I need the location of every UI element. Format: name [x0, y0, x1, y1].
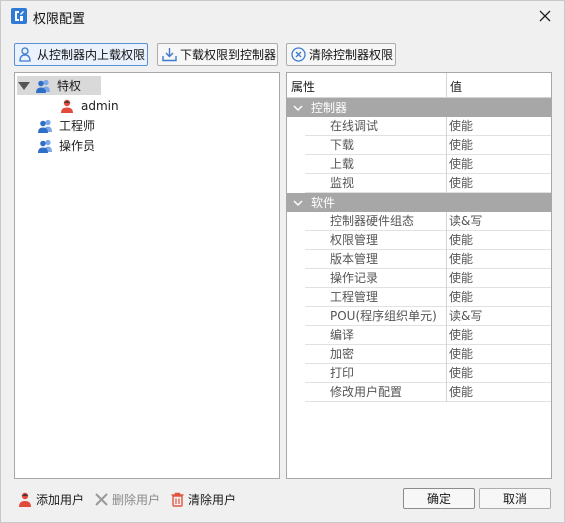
property-row[interactable]: 权限管理 使能 — [287, 231, 551, 250]
user-tree[interactable]: 特权 admin 工程师 操作员 — [14, 72, 280, 479]
property-grid-header: 属性 值 — [287, 73, 551, 98]
expand-triangle-icon[interactable] — [17, 79, 31, 93]
cancel-label: 取消 — [502, 492, 527, 506]
download-permissions-button[interactable]: 下载权限到控制器 — [157, 43, 278, 66]
add-user-button[interactable]: 添加用户 — [17, 489, 84, 509]
property-row[interactable]: 工程管理 使能 — [287, 288, 551, 307]
property-value[interactable]: 读&写 — [447, 307, 551, 326]
property-name: 权限管理 — [305, 231, 446, 250]
property-name: 工程管理 — [305, 288, 446, 307]
permission-config-dialog: 权限配置 从控制器内上载权限 下载权限到控制器 清除控制器权限 特权 admin… — [0, 0, 565, 523]
property-value[interactable]: 使能 — [447, 174, 551, 193]
add-user-icon — [17, 491, 34, 508]
property-row[interactable]: 下载 使能 — [287, 136, 551, 155]
property-value[interactable]: 使能 — [447, 383, 551, 402]
chevron-down-icon — [293, 104, 303, 111]
property-row[interactable]: 修改用户配置 使能 — [287, 383, 551, 402]
tree-item-admin[interactable]: admin — [59, 96, 119, 115]
clear-controller-permissions-button[interactable]: 清除控制器权限 — [286, 43, 396, 66]
property-value[interactable]: 使能 — [447, 269, 551, 288]
chevron-down-icon — [293, 199, 303, 206]
property-value[interactable]: 读&写 — [447, 212, 551, 231]
user-icon — [59, 98, 76, 114]
property-name: 版本管理 — [305, 250, 446, 269]
category-label: 软件 — [311, 196, 336, 210]
property-value[interactable]: 使能 — [447, 250, 551, 269]
clear-users-button[interactable]: 清除用户 — [169, 489, 236, 509]
tree-item-operator[interactable]: 操作员 — [37, 136, 95, 155]
tree-item-engineer[interactable]: 工程师 — [37, 116, 95, 135]
upload-permissions-button[interactable]: 从控制器内上载权限 — [14, 43, 148, 66]
clear-users-label: 清除用户 — [188, 492, 237, 507]
property-value[interactable]: 使能 — [447, 136, 551, 155]
property-name: 加密 — [305, 345, 446, 364]
category-controller[interactable]: 控制器 — [287, 98, 551, 117]
property-value[interactable]: 使能 — [447, 345, 551, 364]
download-icon — [161, 46, 178, 63]
tree-item-label: admin — [81, 98, 119, 113]
app-logo-icon — [11, 8, 27, 24]
delete-user-label: 删除用户 — [112, 492, 161, 507]
property-name: 在线调试 — [305, 117, 446, 136]
property-row[interactable]: 版本管理 使能 — [287, 250, 551, 269]
delete-user-button[interactable]: 删除用户 — [93, 489, 160, 509]
property-name: POU(程序组织单元) — [305, 307, 446, 326]
property-value[interactable]: 使能 — [447, 117, 551, 136]
property-value[interactable]: 使能 — [447, 326, 551, 345]
tree-item-label: 操作员 — [59, 139, 96, 153]
category-software[interactable]: 软件 — [287, 193, 551, 212]
property-row[interactable]: 监视 使能 — [287, 174, 551, 193]
property-row[interactable]: 打印 使能 — [287, 364, 551, 383]
property-row[interactable]: POU(程序组织单元) 读&写 — [287, 307, 551, 326]
property-value[interactable]: 使能 — [447, 231, 551, 250]
column-header-value: 值 — [450, 80, 463, 94]
column-header-property: 属性 — [291, 80, 316, 94]
property-name: 操作记录 — [305, 269, 446, 288]
user-group-icon — [37, 138, 54, 154]
close-icon — [539, 10, 551, 22]
property-name: 打印 — [305, 364, 446, 383]
property-value[interactable]: 使能 — [447, 288, 551, 307]
download-permissions-label: 下载权限到控制器 — [180, 48, 277, 62]
property-row[interactable]: 编译 使能 — [287, 326, 551, 345]
property-name: 修改用户配置 — [305, 383, 446, 402]
close-button[interactable] — [534, 5, 556, 27]
ok-label: 确定 — [426, 492, 451, 506]
user-group-icon — [37, 118, 54, 134]
ok-button[interactable]: 确定 — [403, 488, 475, 509]
clear-controller-permissions-label: 清除控制器权限 — [309, 48, 394, 62]
property-row[interactable]: 控制器硬件组态 读&写 — [287, 212, 551, 231]
clear-circle-icon — [290, 46, 307, 63]
cancel-button[interactable]: 取消 — [479, 488, 551, 509]
property-name: 监视 — [305, 174, 446, 193]
user-upload-icon — [18, 46, 35, 63]
upload-permissions-label: 从控制器内上载权限 — [37, 48, 146, 62]
user-group-icon — [35, 78, 52, 94]
trash-icon — [169, 491, 186, 508]
window-title: 权限配置 — [33, 12, 86, 27]
title-bar: 权限配置 — [1, 1, 564, 31]
property-name: 编译 — [305, 326, 446, 345]
property-row[interactable]: 在线调试 使能 — [287, 117, 551, 136]
property-row[interactable]: 上载 使能 — [287, 155, 551, 174]
tree-item-label: 工程师 — [59, 119, 96, 133]
tree-item-label: 特权 — [57, 79, 82, 93]
tree-item-privileged[interactable]: 特权 — [17, 76, 101, 95]
delete-x-icon — [93, 491, 110, 508]
property-row[interactable]: 操作记录 使能 — [287, 269, 551, 288]
property-value[interactable]: 使能 — [447, 364, 551, 383]
property-name: 上载 — [305, 155, 446, 174]
add-user-label: 添加用户 — [36, 492, 85, 507]
property-name: 控制器硬件组态 — [305, 212, 446, 231]
property-row[interactable]: 加密 使能 — [287, 345, 551, 364]
category-label: 控制器 — [311, 101, 348, 115]
property-grid[interactable]: 属性 值 控制器 在线调试 使能 下载 使能 上载 使能 监视 使能 软件 控制… — [286, 72, 552, 479]
property-name: 下载 — [305, 136, 446, 155]
property-value[interactable]: 使能 — [447, 155, 551, 174]
